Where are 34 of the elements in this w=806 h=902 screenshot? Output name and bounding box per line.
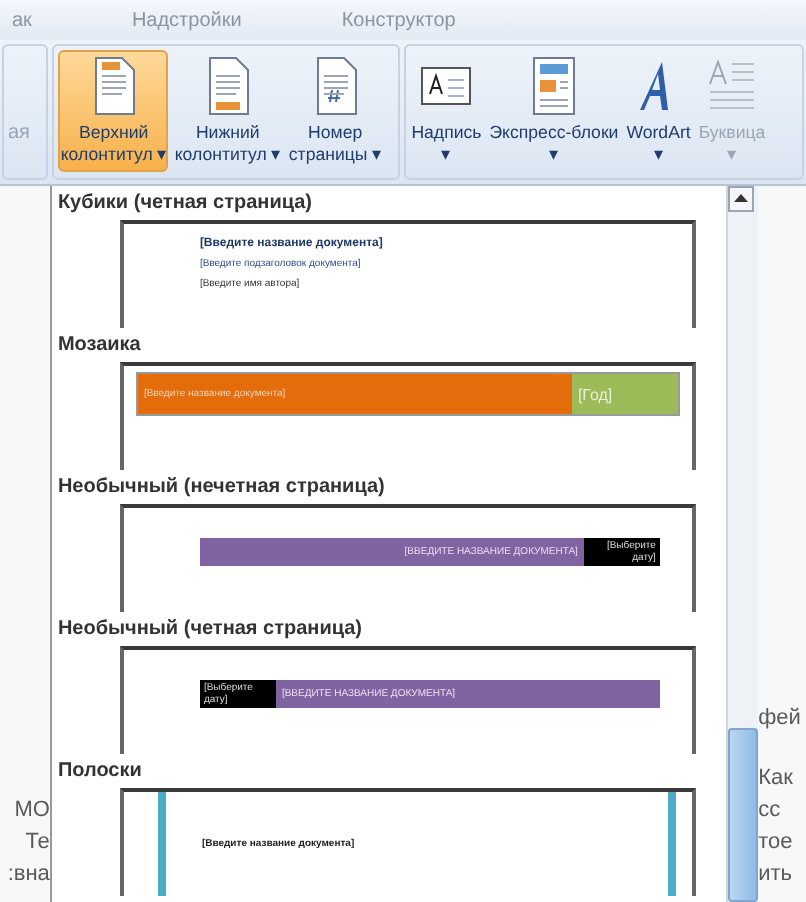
document-text: тое bbox=[758, 830, 795, 854]
document-text: Как bbox=[758, 766, 795, 790]
stripe bbox=[667, 792, 676, 896]
document-text: фей bbox=[758, 706, 803, 730]
ribbon-button[interactable]: Верхний колонтитул ▾ bbox=[58, 50, 169, 172]
dropdown-arrow: ▾ bbox=[653, 144, 664, 166]
dropdown-arrow: ▾ bbox=[270, 144, 281, 166]
document-text: Те bbox=[23, 830, 50, 854]
dropdown-arrow: ▾ bbox=[371, 144, 382, 166]
ribbon-label: ая bbox=[8, 122, 30, 144]
scroll-up-icon[interactable] bbox=[728, 186, 755, 212]
gallery-heading: Необычный (четная страница) bbox=[55, 616, 365, 644]
ribbon-button[interactable]: WordArt ▾ bbox=[624, 50, 693, 172]
dropdown-arrow: ▾ bbox=[727, 144, 737, 166]
gallery-heading: Полоски bbox=[55, 758, 144, 786]
dropdown-arrow: ▾ bbox=[548, 144, 559, 166]
scrollbar[interactable] bbox=[726, 186, 759, 902]
document-text: вна: bbox=[5, 862, 50, 886]
gallery-heading: Мозаика bbox=[55, 332, 143, 360]
document-text: ить bbox=[758, 862, 794, 886]
gallery-heading: Кубики (четная страница) bbox=[55, 190, 315, 218]
ribbon-button[interactable]: Экспресс-блоки ▾ bbox=[487, 50, 621, 172]
ribbon-button[interactable]: Нижний колонтитул ▾ bbox=[172, 50, 283, 172]
document-text: сс bbox=[758, 798, 783, 822]
year-placeholder: [Год] bbox=[577, 385, 613, 403]
ribbon-button[interactable]: Номер страницы ▾ bbox=[286, 50, 384, 172]
stripe bbox=[157, 792, 166, 896]
scroll-thumb[interactable] bbox=[728, 728, 759, 902]
ribbon-button[interactable]: Надпись ▾ bbox=[409, 50, 484, 172]
dropdown-arrow: ▾ bbox=[156, 144, 167, 166]
quick-parts-icon bbox=[527, 56, 580, 116]
gallery-heading: Необычный (нечетная страница) bbox=[55, 474, 387, 502]
dropdown-arrow: ▾ bbox=[441, 144, 452, 166]
document-text: МО bbox=[12, 798, 50, 822]
